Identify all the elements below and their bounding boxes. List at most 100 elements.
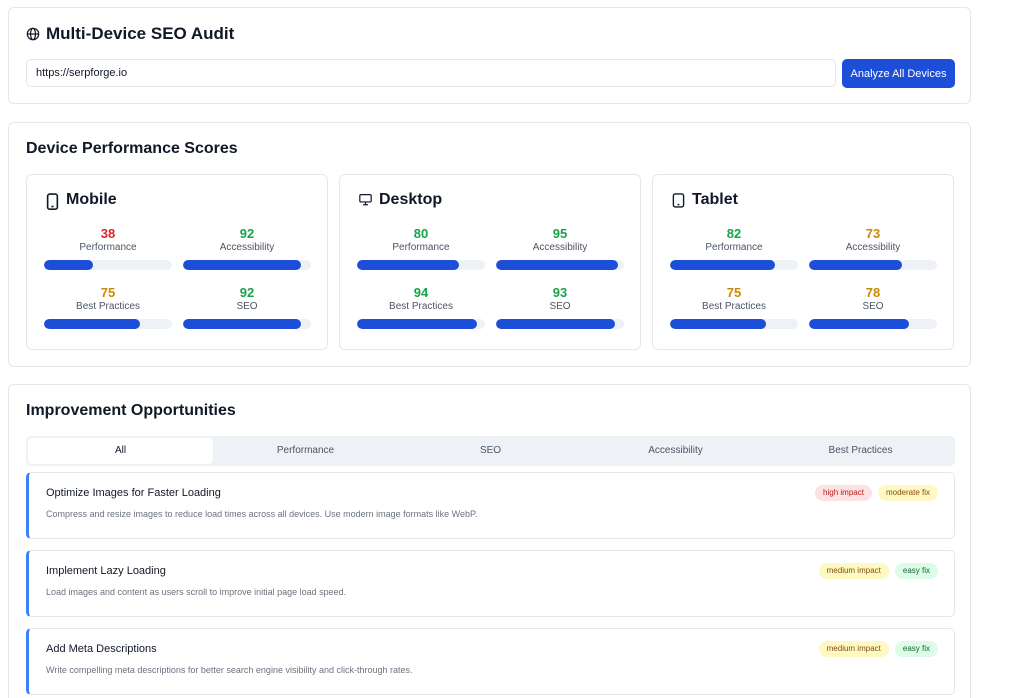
score-progress-bar [496, 260, 624, 270]
metric-label: Accessibility [532, 242, 588, 253]
score-progress-bar [183, 260, 311, 270]
opportunities-card: Improvement Opportunities All Performance… [8, 384, 971, 698]
metric-score: 78 [865, 285, 881, 300]
opportunity-tabs: All Performance SEO Accessibility Best Pract… [26, 436, 955, 466]
url-input[interactable] [26, 59, 836, 87]
metric-score: 92 [239, 285, 255, 300]
opportunity-item[interactable]: Implement Lazy Loading Load images and co… [26, 550, 955, 617]
metric-score: 73 [865, 226, 881, 241]
opportunity-description: Load images and content as users scroll … [46, 587, 347, 597]
score-progress-fill [496, 260, 618, 270]
metric-label: Best Practices [702, 301, 766, 312]
monitor-icon [359, 193, 372, 207]
metric-label: Performance [392, 242, 450, 253]
moderate-badge: moderate fix [877, 485, 938, 501]
score-progress-bar [357, 319, 485, 329]
score-progress-fill [809, 319, 909, 329]
metric-best-practices: 75 Best Practices [670, 286, 798, 329]
score-progress-bar [670, 260, 798, 270]
opportunity-title: Add Meta Descriptions [46, 643, 157, 655]
score-progress-fill [44, 319, 140, 329]
score-progress-bar [44, 260, 172, 270]
device-heading: Mobile [46, 191, 117, 211]
smartphone-icon [46, 193, 59, 211]
metric-seo: 78 SEO [809, 286, 937, 329]
metric-best-practices: 94 Best Practices [357, 286, 485, 329]
metric-best-practices: 75 Best Practices [44, 286, 172, 329]
metric-label: SEO [549, 301, 571, 312]
metric-label: Accessibility [845, 242, 901, 253]
metric-score: 82 [726, 226, 742, 241]
metric-label: SEO [236, 301, 258, 312]
device-heading: Desktop [359, 191, 442, 209]
score-progress-bar [670, 319, 798, 329]
metric-label: Best Practices [76, 301, 140, 312]
analyze-all-devices-button[interactable]: Analyze All Devices [842, 59, 955, 88]
metric-score: 94 [413, 285, 429, 300]
tab-performance[interactable]: Performance [213, 438, 398, 464]
score-progress-fill [183, 260, 301, 270]
score-progress-fill [670, 319, 766, 329]
metric-accessibility: 73 Accessibility [809, 227, 937, 270]
score-progress-bar [809, 319, 937, 329]
device-name: Mobile [66, 191, 117, 208]
metric-label: Best Practices [389, 301, 453, 312]
device-scores-title: Device Performance Scores [26, 140, 238, 157]
metric-performance: 82 Performance [670, 227, 798, 270]
audit-title-text: Multi-Device SEO Audit [46, 24, 235, 43]
score-progress-fill [44, 260, 93, 270]
score-progress-bar [357, 260, 485, 270]
metric-score: 95 [552, 226, 568, 241]
easy-badge: easy fix [894, 641, 938, 657]
audit-title: Multi-Device SEO Audit [26, 24, 234, 44]
easy-badge: easy fix [894, 563, 938, 579]
opportunity-badges: high impact moderate fix [815, 485, 938, 501]
device-scores-card: Device Performance Scores Mobile 38 Perfor… [8, 122, 971, 367]
opportunity-item[interactable]: Add Meta Descriptions Write compelling me… [26, 628, 955, 695]
score-progress-bar [183, 319, 311, 329]
score-progress-fill [670, 260, 775, 270]
metric-seo: 92 SEO [183, 286, 311, 329]
score-progress-fill [357, 260, 460, 270]
device-name: Tablet [692, 191, 738, 208]
tab-seo[interactable]: SEO [398, 438, 583, 464]
metric-label: Performance [705, 242, 763, 253]
metric-score: 93 [552, 285, 568, 300]
opportunity-item[interactable]: Optimize Images for Faster Loading Compre… [26, 472, 955, 539]
opportunity-badges: medium impact easy fix [818, 563, 938, 579]
opportunity-title: Optimize Images for Faster Loading [46, 487, 221, 499]
score-progress-bar [496, 319, 624, 329]
tab-accessibility[interactable]: Accessibility [583, 438, 768, 464]
metric-score: 75 [726, 285, 742, 300]
opportunity-badges: medium impact easy fix [818, 641, 938, 657]
score-progress-fill [183, 319, 301, 329]
device-name: Desktop [379, 191, 443, 208]
medium-badge: medium impact [818, 563, 889, 579]
tab-best-practices[interactable]: Best Practices [768, 438, 953, 464]
score-progress-fill [357, 319, 478, 329]
metric-score: 75 [100, 285, 116, 300]
opportunity-description: Write compelling meta descriptions for b… [46, 665, 413, 675]
score-progress-fill [809, 260, 903, 270]
metric-label: Performance [79, 242, 137, 253]
device-card-mobile: Mobile 38 Performance 92 Accessibility 75 Best… [26, 174, 328, 350]
tab-all[interactable]: All [28, 438, 213, 464]
metric-seo: 93 SEO [496, 286, 624, 329]
score-progress-bar [44, 319, 172, 329]
metric-label: Accessibility [219, 242, 275, 253]
audit-card: Multi-Device SEO Audit Analyze All Devic… [8, 7, 971, 104]
medium-badge: medium impact [818, 641, 889, 657]
metric-accessibility: 95 Accessibility [496, 227, 624, 270]
high-badge: high impact [815, 485, 872, 501]
device-card-desktop: Desktop 80 Performance 95 Accessibility 94 Bes… [339, 174, 641, 350]
metric-performance: 38 Performance [44, 227, 172, 270]
metric-score: 92 [239, 226, 255, 241]
opportunities-title: Improvement Opportunities [26, 402, 236, 419]
device-heading: Tablet [672, 191, 738, 209]
metric-performance: 80 Performance [357, 227, 485, 270]
metric-score: 80 [413, 226, 429, 241]
metric-label: SEO [862, 301, 884, 312]
opportunity-title: Implement Lazy Loading [46, 565, 166, 577]
globe-icon [26, 27, 40, 41]
metric-score: 38 [100, 226, 116, 241]
